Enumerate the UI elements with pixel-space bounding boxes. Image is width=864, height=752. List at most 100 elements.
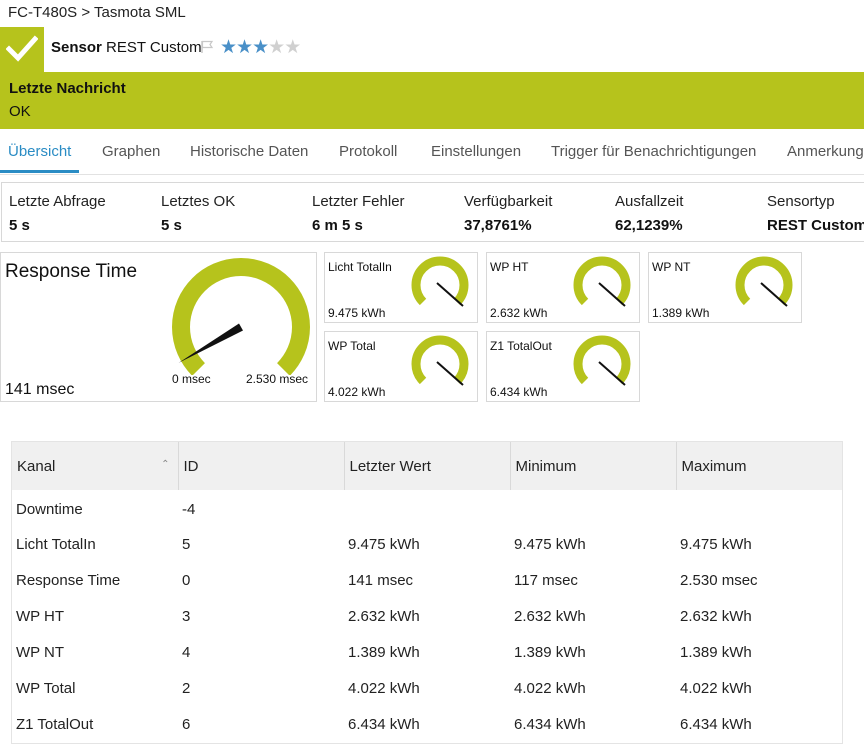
table-cell: 2.632 kWh bbox=[680, 607, 752, 625]
tab-comments[interactable]: Anmerkungen bbox=[787, 143, 864, 160]
table-cell: 117 msec bbox=[514, 571, 578, 589]
stat-value: REST Custom bbox=[767, 217, 864, 234]
gauge-licht-totalin[interactable]: Licht TotalIn 9.475 kWh bbox=[324, 252, 478, 323]
table-cell: 3 bbox=[182, 607, 191, 625]
star-icon[interactable]: ★ bbox=[284, 37, 301, 58]
gauge-value: 9.475 kWh bbox=[328, 306, 386, 320]
stat-label: Letzte Abfrage bbox=[9, 193, 106, 210]
table-row[interactable]: Z1 TotalOut 6 6.434 kWh 6.434 kWh 6.434 kWh bbox=[12, 706, 842, 742]
table-cell: Licht TotalIn bbox=[16, 535, 96, 553]
table-cell: 4.022 kWh bbox=[680, 679, 752, 697]
table-cell: 2.530 msec bbox=[680, 571, 758, 589]
column-header-minimum[interactable]: Minimum bbox=[510, 442, 677, 490]
gauge-title: WP Total bbox=[328, 339, 376, 353]
table-row[interactable]: Downtime -4 bbox=[12, 490, 842, 526]
stat-value: 5 s bbox=[161, 217, 182, 234]
column-header-channel[interactable]: Kanal ⌃ bbox=[12, 442, 179, 490]
star-icon[interactable]: ★ bbox=[268, 37, 285, 58]
tab-overview[interactable]: Übersicht bbox=[8, 143, 71, 160]
star-icon[interactable]: ★ bbox=[236, 37, 253, 58]
stat-last-ok: Letztes OK 5 s bbox=[161, 193, 235, 234]
table-cell: 141 msec bbox=[348, 571, 414, 589]
tab-settings[interactable]: Einstellungen bbox=[431, 143, 521, 160]
table-cell: 1.389 kWh bbox=[680, 643, 752, 661]
gauge-title: Z1 TotalOut bbox=[490, 339, 552, 353]
gauge-arc bbox=[735, 256, 793, 306]
table-header-row: Kanal ⌃ ID Letzter Wert Minimum Maximum bbox=[12, 442, 842, 490]
table-cell: 6.434 kWh bbox=[680, 715, 752, 733]
tab-log[interactable]: Protokoll bbox=[339, 143, 397, 160]
star-icon[interactable]: ★ bbox=[252, 37, 269, 58]
table-row[interactable]: WP NT 4 1.389 kWh 1.389 kWh 1.389 kWh bbox=[12, 634, 842, 670]
star-icon[interactable]: ★ bbox=[220, 37, 237, 58]
table-cell bbox=[344, 490, 510, 526]
gauge-dial bbox=[411, 335, 469, 386]
gauge-wp-ht[interactable]: WP HT 2.632 kWh bbox=[486, 252, 640, 323]
table-cell: 9.475 kWh bbox=[680, 535, 752, 553]
gauge-title: Response Time bbox=[5, 261, 138, 282]
stat-label: Letzter Fehler bbox=[312, 193, 405, 210]
breadcrumb[interactable]: FC-T480S > Tasmota SML bbox=[8, 4, 186, 21]
table-cell: 6 bbox=[182, 715, 191, 733]
gauge-value: 1.389 kWh bbox=[652, 306, 710, 320]
flag-icon[interactable] bbox=[200, 40, 214, 54]
gauge-value: 141 msec bbox=[5, 381, 75, 398]
gauge-value: 6.434 kWh bbox=[490, 385, 548, 399]
column-header-last-value[interactable]: Letzter Wert bbox=[344, 442, 511, 490]
last-message-bar: Letzte Nachricht OK bbox=[0, 72, 864, 129]
gauge-wp-total[interactable]: WP Total 4.022 kWh bbox=[324, 331, 478, 402]
tab-notification-triggers[interactable]: Trigger für Benachrichtigungen bbox=[551, 143, 756, 160]
stat-label: Ausfallzeit bbox=[615, 193, 684, 210]
gauge-title: WP HT bbox=[490, 260, 529, 274]
gauge-dial bbox=[172, 258, 310, 375]
stat-availability: Verfügbarkeit 37,8761% bbox=[464, 193, 552, 234]
table-cell: 0 bbox=[182, 571, 191, 589]
table-cell: 9.475 kWh bbox=[514, 535, 586, 553]
column-header-maximum[interactable]: Maximum bbox=[676, 442, 842, 490]
stat-value: 6 m 5 s bbox=[312, 217, 363, 234]
priority-stars[interactable]: ★★★★★ bbox=[220, 36, 301, 59]
stat-label: Verfügbarkeit bbox=[464, 193, 553, 210]
status-summary: Letzte Abfrage 5 s Letztes OK 5 s Letzte… bbox=[1, 182, 864, 242]
gauge-min-label: 0 msec bbox=[172, 372, 211, 386]
gauge-response-time[interactable]: Response Time 0 msec 2.530 msec 141 msec bbox=[0, 252, 317, 402]
stat-downtime: Ausfallzeit 62,1239% bbox=[615, 193, 683, 234]
stat-value: 5 s bbox=[9, 217, 30, 234]
table-cell: 6.434 kWh bbox=[514, 715, 586, 733]
gauge-value: 2.632 kWh bbox=[490, 306, 548, 320]
tab-historic-data[interactable]: Historische Daten bbox=[190, 143, 308, 160]
gauge-title: Licht TotalIn bbox=[328, 260, 392, 274]
gauge-dial bbox=[573, 256, 631, 307]
table-cell: 1.389 kWh bbox=[348, 643, 420, 661]
stat-label: Letztes OK bbox=[161, 193, 236, 210]
gauge-arc bbox=[573, 335, 631, 385]
sensor-title: Sensor REST Custom bbox=[51, 39, 202, 56]
column-header-id[interactable]: ID bbox=[178, 442, 345, 490]
gauge-wp-nt[interactable]: WP NT 1.389 kWh bbox=[648, 252, 802, 323]
stat-value: 37,8761% bbox=[464, 217, 532, 234]
channel-table: Kanal ⌃ ID Letzter Wert Minimum Maximum D… bbox=[11, 441, 843, 744]
status-ok-indicator bbox=[0, 27, 44, 72]
table-cell: 2.632 kWh bbox=[514, 607, 586, 625]
gauge-arc bbox=[411, 335, 469, 385]
gauge-z1-totalout[interactable]: Z1 TotalOut 6.434 kWh bbox=[486, 331, 640, 402]
table-cell: -4 bbox=[182, 500, 196, 518]
table-cell: 6.434 kWh bbox=[348, 715, 420, 733]
stat-last-error: Letzter Fehler 6 m 5 s bbox=[312, 193, 405, 234]
table-row[interactable]: Licht TotalIn 5 9.475 kWh 9.475 kWh 9.475 kW… bbox=[12, 526, 842, 562]
table-row[interactable]: WP Total 2 4.022 kWh 4.022 kWh 4.022 kWh bbox=[12, 670, 842, 706]
table-cell: 1.389 kWh bbox=[514, 643, 586, 661]
table-cell: WP NT bbox=[16, 643, 65, 661]
table-row[interactable]: Response Time 0 141 msec 117 msec 2.530 msec bbox=[12, 562, 842, 598]
tab-graphs[interactable]: Graphen bbox=[102, 143, 160, 160]
table-row[interactable]: WP HT 3 2.632 kWh 2.632 kWh 2.632 kWh bbox=[12, 598, 842, 634]
gauge-max-label: 2.530 msec bbox=[246, 372, 309, 386]
gauge-arc bbox=[573, 256, 631, 306]
table-cell: 5 bbox=[182, 535, 191, 553]
table-cell: WP Total bbox=[16, 679, 76, 697]
stat-label: Sensortyp bbox=[767, 193, 835, 210]
table-cell: Response Time bbox=[16, 571, 121, 589]
sort-ascending-icon[interactable]: ⌃ bbox=[161, 459, 169, 470]
table-cell: 2 bbox=[182, 679, 191, 697]
table-cell: 4.022 kWh bbox=[514, 679, 586, 697]
